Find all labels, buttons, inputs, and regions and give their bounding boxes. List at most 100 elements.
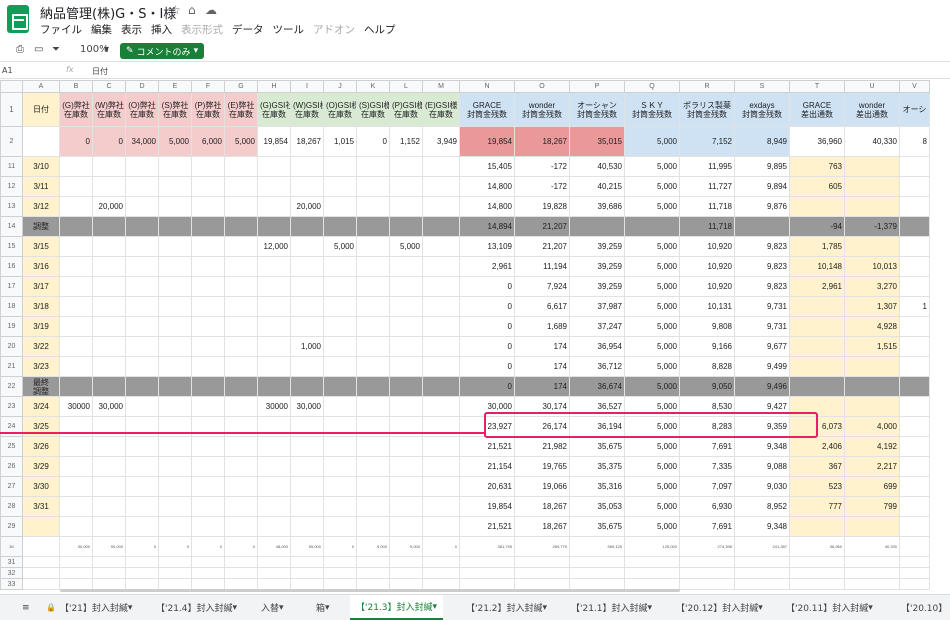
cell[interactable]: 14,800 xyxy=(459,176,515,197)
cell[interactable] xyxy=(844,578,900,590)
cell[interactable] xyxy=(514,556,570,568)
cell[interactable]: ＳＫＹ 封筒金残数 xyxy=(624,92,680,127)
cell[interactable] xyxy=(158,316,192,337)
cell[interactable]: 0 xyxy=(459,336,515,357)
cell[interactable]: 2,961 xyxy=(789,276,845,297)
cell[interactable] xyxy=(789,316,845,337)
cell[interactable]: 9,677 xyxy=(734,336,790,357)
cell[interactable] xyxy=(224,176,258,197)
cell[interactable]: 37,247 xyxy=(569,316,625,337)
cell[interactable]: 1,015 xyxy=(323,126,357,157)
cell[interactable] xyxy=(323,376,357,397)
cell[interactable]: 5,000 xyxy=(624,316,680,337)
cell[interactable] xyxy=(92,578,126,590)
cell[interactable]: 6,930 xyxy=(679,496,735,517)
cell[interactable]: -1,379 xyxy=(844,216,900,237)
cell[interactable]: (P)弊社 在庫数 xyxy=(191,92,225,127)
cell[interactable]: 4,192 xyxy=(844,436,900,457)
cell[interactable]: 7,924 xyxy=(514,276,570,297)
cell[interactable]: 40,215 xyxy=(569,176,625,197)
cell[interactable] xyxy=(257,176,291,197)
cell[interactable] xyxy=(422,376,460,397)
cell[interactable]: 0 xyxy=(356,126,390,157)
cell[interactable] xyxy=(789,356,845,377)
cell[interactable]: 調整 xyxy=(22,216,60,237)
cell[interactable]: 5,000 xyxy=(624,176,680,197)
cell-reference[interactable]: A1 xyxy=(2,66,13,75)
cell[interactable]: 1,307 xyxy=(844,296,900,317)
filter-icon[interactable]: ⏷ xyxy=(52,44,60,55)
cell[interactable]: 36,960 xyxy=(789,126,845,157)
menu-item[interactable]: データ xyxy=(232,22,264,37)
cell[interactable]: 174 xyxy=(514,336,570,357)
cell[interactable] xyxy=(389,156,423,177)
cell[interactable]: 21,154 xyxy=(459,456,515,477)
cell[interactable]: GRACE 差出通数 xyxy=(789,92,845,127)
cell[interactable]: 40,330 xyxy=(844,126,900,157)
cell[interactable] xyxy=(59,496,93,517)
cell[interactable] xyxy=(290,276,324,297)
column-header[interactable]: U xyxy=(844,80,900,93)
cell[interactable]: 5,000 xyxy=(323,236,357,257)
cell[interactable] xyxy=(356,256,390,277)
cell[interactable]: 9,731 xyxy=(734,316,790,337)
cell[interactable] xyxy=(257,296,291,317)
cell[interactable]: 20,000 xyxy=(92,196,126,217)
cell[interactable] xyxy=(459,578,515,590)
cell[interactable] xyxy=(224,456,258,477)
cell[interactable] xyxy=(323,216,357,237)
cell[interactable] xyxy=(569,578,625,590)
column-header[interactable]: N xyxy=(459,80,515,93)
cell[interactable] xyxy=(789,567,845,579)
column-header[interactable]: Q xyxy=(624,80,680,93)
cell[interactable] xyxy=(290,356,324,377)
cell[interactable] xyxy=(92,476,126,497)
cell[interactable] xyxy=(899,516,930,537)
cell[interactable] xyxy=(624,216,680,237)
cell[interactable] xyxy=(191,396,225,417)
cell[interactable]: 0 xyxy=(459,356,515,377)
cell[interactable] xyxy=(257,567,291,579)
cell[interactable] xyxy=(22,578,60,590)
cell[interactable]: 5,000 xyxy=(624,496,680,517)
cell[interactable] xyxy=(844,176,900,197)
row-number[interactable]: 32 xyxy=(0,567,23,579)
cell[interactable]: 7,097 xyxy=(679,476,735,497)
cell[interactable]: 35,675 xyxy=(569,436,625,457)
cell[interactable] xyxy=(356,436,390,457)
row-number[interactable]: 19 xyxy=(0,316,23,337)
cell[interactable] xyxy=(899,456,930,477)
cell[interactable] xyxy=(679,567,735,579)
cell[interactable] xyxy=(191,236,225,257)
cell[interactable]: 10,148 xyxy=(789,256,845,277)
cell[interactable] xyxy=(789,196,845,217)
document-title[interactable]: 納品管理(株)G・S・I様 xyxy=(40,3,176,22)
cell[interactable]: 8,949 xyxy=(734,126,790,157)
cell[interactable] xyxy=(323,476,357,497)
cell[interactable]: 19,765 xyxy=(514,456,570,477)
cell[interactable] xyxy=(356,476,390,497)
cell[interactable]: 3/30 xyxy=(22,476,60,497)
cell[interactable] xyxy=(59,376,93,397)
cell[interactable] xyxy=(257,256,291,277)
cell[interactable]: 14,800 xyxy=(459,196,515,217)
cell[interactable] xyxy=(844,556,900,568)
cell[interactable] xyxy=(899,196,930,217)
cell[interactable] xyxy=(191,356,225,377)
cell[interactable] xyxy=(844,376,900,397)
cell[interactable] xyxy=(224,216,258,237)
cell[interactable]: (O)GSI様 在庫数 xyxy=(323,92,357,127)
cell[interactable]: 30000 xyxy=(59,396,93,417)
cell[interactable]: 1,689 xyxy=(514,316,570,337)
menu-item[interactable]: 編集 xyxy=(91,22,112,37)
cell[interactable] xyxy=(422,336,460,357)
cell[interactable] xyxy=(899,176,930,197)
cell[interactable]: 3,270 xyxy=(844,276,900,297)
cell[interactable] xyxy=(389,256,423,277)
cell[interactable]: 30,000 xyxy=(290,396,324,417)
cell[interactable]: 36,674 xyxy=(569,376,625,397)
cell[interactable] xyxy=(356,156,390,177)
cell[interactable] xyxy=(290,296,324,317)
menu-item[interactable]: ファイル xyxy=(40,22,82,37)
cell[interactable] xyxy=(422,556,460,568)
